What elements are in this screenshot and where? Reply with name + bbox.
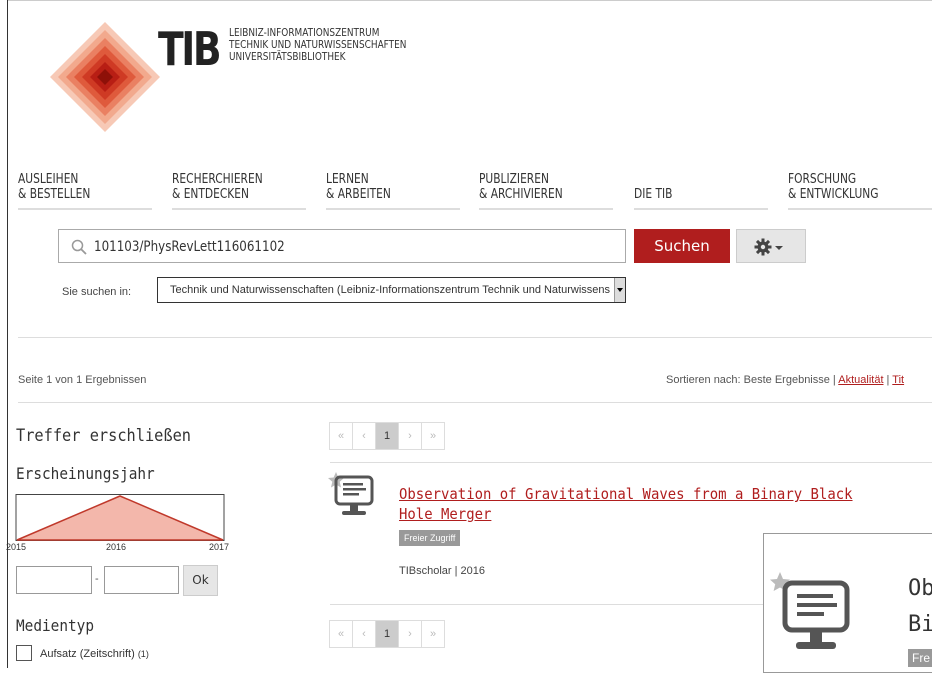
open-access-badge: Freier Zugriff <box>399 528 461 546</box>
nav-label-line2: DIE TIB <box>634 187 673 202</box>
divider <box>18 402 932 403</box>
nav-underline <box>788 208 932 210</box>
preview-title-line2: Bi <box>908 612 932 637</box>
pager-next[interactable]: › <box>398 422 422 450</box>
year-label-2015: 2015 <box>6 542 26 552</box>
nav-label-line2: & ENTDECKEN <box>172 187 250 202</box>
year-ok-button[interactable]: Ok <box>183 565 218 596</box>
nav-underline <box>326 208 460 210</box>
nav-label-line2: & ARBEITEN <box>326 187 391 202</box>
scope-value: Technik und Naturwissenschaften (Leibniz… <box>170 284 610 296</box>
nav-label-line1: PUBLIZIEREN <box>479 172 549 187</box>
tib-logo-text[interactable]: TIB <box>158 22 222 76</box>
media-facet-heading: Medientyp <box>16 616 95 635</box>
nav-underline <box>634 208 768 210</box>
scope-label: Sie suchen in: <box>62 286 132 298</box>
nav-label-line1: FORSCHUNG <box>788 172 857 187</box>
sort-label: Sortieren nach: Beste Ergebnisse | <box>666 374 839 386</box>
window-top-border <box>7 0 932 1</box>
nav-label-line2: & BESTELLEN <box>18 187 91 202</box>
sort-options: Sortieren nach: Beste Ergebnisse | Aktua… <box>666 374 904 386</box>
preview-type-icon <box>770 572 850 649</box>
nav-ausleihen[interactable]: AUSLEIHEN & BESTELLEN <box>18 172 90 202</box>
preview-badge: Fre <box>908 649 932 667</box>
window-left-border <box>7 0 8 668</box>
pagination-bottom: « ‹ 1 › » <box>329 620 445 648</box>
nav-label-line1: RECHERCHIEREN <box>172 172 263 187</box>
search-input[interactable]: 101103/PhysRevLett116061102 <box>58 229 626 263</box>
year-facet-heading: Erscheinungsjahr <box>16 464 155 483</box>
pager-page-1[interactable]: 1 <box>375 422 399 450</box>
year-label-2017: 2017 <box>209 542 229 552</box>
pager-first[interactable]: « <box>329 422 353 450</box>
nav-label-line2: & ENTWICKLUNG <box>788 187 879 202</box>
tib-logo-subtitle: LEIBNIZ-INFORMATIONSZENTRUM TECHNIK UND … <box>229 27 406 63</box>
media-checkbox-aufsatz[interactable] <box>16 645 32 661</box>
nav-label-line2: & ARCHIVIEREN <box>479 187 563 202</box>
search-icon <box>71 239 87 255</box>
nav-label-line1: AUSLEIHEN <box>18 172 79 187</box>
year-histogram[interactable]: 2015 2016 2017 <box>6 494 230 552</box>
media-item-aufsatz[interactable]: Aufsatz (Zeitschrift) (1) <box>40 648 149 660</box>
pager-next[interactable]: › <box>398 620 422 648</box>
pager-last[interactable]: » <box>421 620 445 648</box>
results-count: Seite 1 von 1 Ergebnissen <box>18 374 147 386</box>
result-source: TIBscholar | 2016 <box>399 565 486 577</box>
media-item-count: (1) <box>137 649 149 659</box>
year-label-2016: 2016 <box>106 542 126 552</box>
year-range-dash: - <box>95 573 99 585</box>
year-to-input[interactable] <box>104 566 179 594</box>
sort-titel-link[interactable]: Tit <box>892 374 904 386</box>
result-title-link[interactable]: Observation of Gravitational Waves from … <box>399 484 864 524</box>
divider <box>330 462 932 463</box>
search-options-button[interactable] <box>736 229 806 263</box>
pager-prev[interactable]: ‹ <box>352 422 376 450</box>
pager-page-1[interactable]: 1 <box>375 620 399 648</box>
search-value: 101103/PhysRevLett116061102 <box>94 239 285 255</box>
pagination-top: « ‹ 1 › » <box>329 422 445 450</box>
sort-separator: | <box>883 374 893 386</box>
nav-underline <box>172 208 306 210</box>
nav-lernen[interactable]: LERNEN & ARBEITEN <box>326 172 391 202</box>
preview-title-line1: Ob <box>908 576 932 601</box>
tib-logo-mark[interactable] <box>50 22 160 132</box>
nav-forschung[interactable]: FORSCHUNG & ENTWICKLUNG <box>788 172 878 202</box>
result-type-icon <box>328 472 374 515</box>
divider <box>18 337 932 338</box>
pager-prev[interactable]: ‹ <box>352 620 376 648</box>
logo-subtitle-line: LEIBNIZ-INFORMATIONSZENTRUM <box>229 27 380 39</box>
pager-last[interactable]: » <box>421 422 445 450</box>
nav-underline <box>479 208 613 210</box>
result-preview-overlay: Ob Bi Fre <box>763 533 932 673</box>
nav-recherchieren[interactable]: RECHERCHIEREN & ENTDECKEN <box>172 172 263 202</box>
chevron-down-icon <box>775 246 783 250</box>
year-from-input[interactable] <box>16 566 92 594</box>
logo-subtitle-line: TECHNIK UND NATURWISSENSCHAFTEN <box>229 39 407 51</box>
nav-die-tib[interactable]: DIE TIB <box>634 172 672 202</box>
facets-heading: Treffer erschließen <box>16 426 192 446</box>
nav-label-line1 <box>634 172 672 187</box>
sort-aktualitaet-link[interactable]: Aktualität <box>838 374 883 386</box>
logo-subtitle-line: UNIVERSITÄTSBIBLIOTHEK <box>229 51 346 63</box>
gear-icon <box>754 238 772 256</box>
media-item-label: Aufsatz (Zeitschrift) <box>40 648 135 660</box>
dropdown-arrow-icon[interactable] <box>614 278 625 302</box>
scope-select[interactable]: Technik und Naturwissenschaften (Leibniz… <box>157 277 626 303</box>
pager-first[interactable]: « <box>329 620 353 648</box>
nav-underline <box>18 208 152 210</box>
search-button[interactable]: Suchen <box>634 229 730 263</box>
nav-label-line1: LERNEN <box>326 172 369 187</box>
nav-publizieren[interactable]: PUBLIZIEREN & ARCHIVIEREN <box>479 172 563 202</box>
badge-text: Freier Zugriff <box>399 530 461 546</box>
